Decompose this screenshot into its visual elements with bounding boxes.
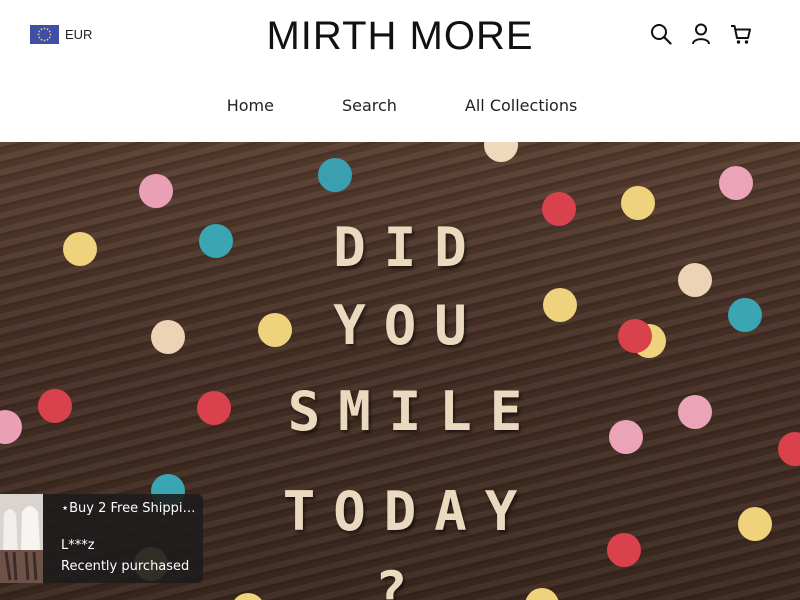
hero-text-line-1: DID <box>333 216 485 279</box>
account-icon[interactable] <box>690 22 712 46</box>
nav-item-all-collections[interactable]: All Collections <box>461 96 577 115</box>
cart-icon[interactable] <box>730 22 752 46</box>
nav-item-search[interactable]: Search <box>338 96 397 115</box>
site-header: EUR MIRTH MORE Home Search All Collectio… <box>0 0 800 142</box>
popup-product-title: ⋆Buy 2 Free Shippin... <box>61 502 201 515</box>
confetti-dot <box>318 158 352 192</box>
popup-status: Recently purchased <box>61 559 190 574</box>
confetti-dot <box>621 186 655 220</box>
product-thumbnail <box>0 494 43 583</box>
search-icon[interactable] <box>650 22 672 46</box>
confetti-dot <box>719 166 753 200</box>
popup-customer-name: L***z <box>61 538 95 553</box>
confetti-dot <box>139 174 173 208</box>
popup-content: ⋆Buy 2 Free Shippin... L***z Recently pu… <box>43 494 201 583</box>
header-icons <box>650 22 752 46</box>
nav-item-home[interactable]: Home <box>223 96 274 115</box>
recent-purchase-popup[interactable]: ⋆Buy 2 Free Shippin... L***z Recently pu… <box>0 494 203 583</box>
main-nav: Home Search All Collections <box>0 96 800 115</box>
hero-text-line-3: SMILE <box>287 380 541 443</box>
hero-text-line-2: YOU <box>333 294 485 357</box>
